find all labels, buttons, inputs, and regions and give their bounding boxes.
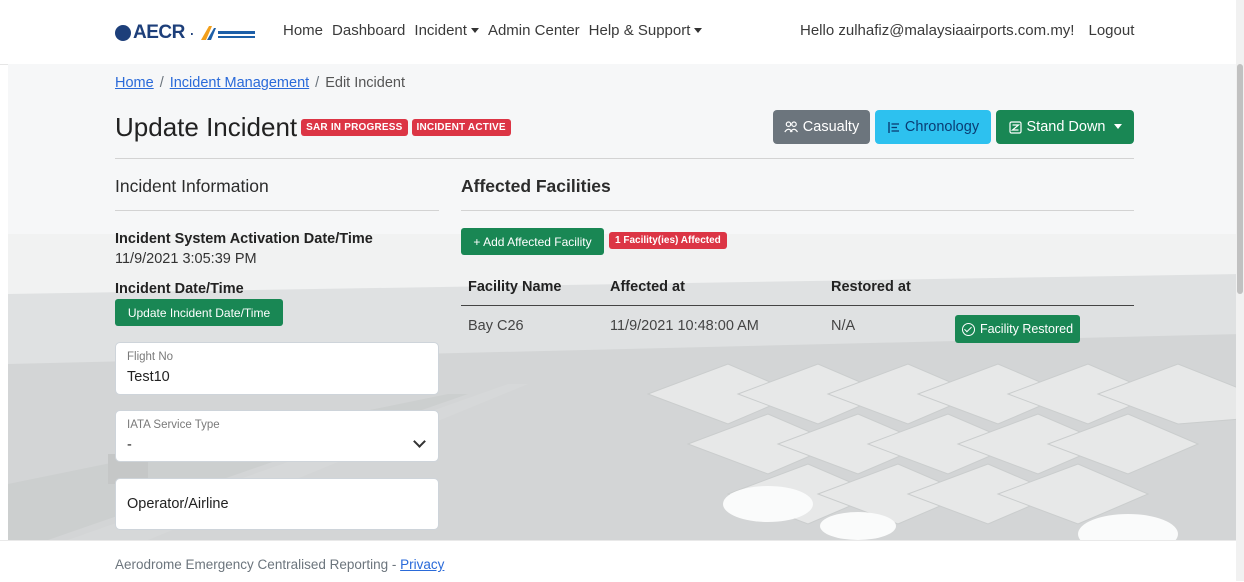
incident-information-heading: Incident Information <box>115 176 269 196</box>
column-header-restored-at[interactable]: Restored at <box>831 279 911 295</box>
chronology-label: Chronology <box>904 119 980 135</box>
chronology-button[interactable]: Chronology <box>875 110 991 144</box>
stand-down-label: Stand Down <box>1026 119 1106 135</box>
affected-facilities-heading: Affected Facilities <box>461 176 611 196</box>
incident-status-badge: INCIDENT ACTIVE <box>411 119 511 136</box>
logout-link[interactable]: Logout <box>1088 22 1134 39</box>
section-divider <box>461 210 1134 211</box>
update-incident-datetime-button[interactable]: Update Incident Date/Time <box>115 299 283 326</box>
casualty-button[interactable]: Casualty <box>773 110 870 144</box>
iata-service-type-value: - <box>127 437 132 453</box>
top-navbar: AECR · Home Dashboard Incident Admin Cen… <box>0 0 1244 65</box>
chronology-list-icon <box>888 121 899 133</box>
restored-at-cell: N/A <box>831 318 856 334</box>
breadcrumb-home[interactable]: Home <box>115 75 154 91</box>
facilities-affected-count-badge: 1 Facility(ies) Affected <box>609 232 727 249</box>
breadcrumb-separator: / <box>159 75 164 91</box>
nav-help-support-dropdown[interactable]: Help & Support <box>589 22 703 39</box>
affected-at-cell: 11/9/2021 10:48:00 AM <box>610 318 759 334</box>
brand-separator: · <box>188 22 195 43</box>
stand-down-icon <box>1008 120 1022 134</box>
breadcrumb-separator: / <box>315 75 320 91</box>
page-scrollbar[interactable] <box>1236 0 1244 581</box>
add-affected-facility-button[interactable]: + Add Affected Facility <box>461 228 604 255</box>
caret-down-icon <box>694 27 703 33</box>
iata-service-type-label: IATA Service Type <box>127 419 220 431</box>
user-area: Hello zulhafiz@malaysiaairports.com.my! … <box>800 22 1134 39</box>
brand-logo[interactable]: AECR · <box>115 20 257 46</box>
casualty-label: Casualty <box>802 119 860 135</box>
column-header-affected-at[interactable]: Affected at <box>610 279 685 295</box>
breadcrumb-current: Edit Incident <box>325 75 406 91</box>
flight-no-field[interactable]: Flight No Test10 <box>115 342 439 395</box>
table-header-divider <box>461 305 1134 306</box>
scrollbar-thumb[interactable] <box>1237 64 1243 294</box>
footer-description: Aerodrome Emergency Centralised Reportin… <box>115 557 401 572</box>
caret-down-icon <box>470 27 479 33</box>
brand-name: AECR <box>133 22 185 43</box>
sar-status-badge: SAR IN PROGRESS <box>301 119 408 136</box>
check-circle-icon <box>961 322 975 336</box>
chevron-down-icon <box>413 435 426 448</box>
flight-no-value: Test10 <box>127 369 170 385</box>
facility-name-cell: Bay C26 <box>468 318 524 334</box>
facility-restored-label: Facility Restored <box>979 322 1074 336</box>
facility-restored-button[interactable]: Facility Restored <box>955 315 1080 343</box>
nav-dashboard[interactable]: Dashboard <box>332 22 405 39</box>
people-icon <box>784 121 798 133</box>
malaysia-airports-logo <box>200 26 255 40</box>
activation-datetime-value: 11/9/2021 3:05:39 PM <box>115 251 257 267</box>
nav-home[interactable]: Home <box>283 22 323 39</box>
main-nav: Home Dashboard Incident Admin Center Hel… <box>283 22 711 39</box>
page-title-row: Update Incident SAR IN PROGRESS INCIDENT… <box>115 112 511 143</box>
aecr-logo-icon <box>115 25 131 41</box>
breadcrumb: Home / Incident Management / Edit Incident <box>115 75 405 91</box>
iata-service-type-select[interactable]: IATA Service Type - <box>115 410 439 462</box>
user-greeting[interactable]: Hello zulhafiz@malaysiaairports.com.my! <box>800 22 1074 39</box>
flight-no-label: Flight No <box>127 351 174 363</box>
stand-down-dropdown-button[interactable]: Stand Down <box>996 110 1134 144</box>
activation-datetime-label: Incident System Activation Date/Time <box>115 231 373 247</box>
page-footer: Aerodrome Emergency Centralised Reportin… <box>0 540 1236 582</box>
nav-admin-center[interactable]: Admin Center <box>488 22 580 39</box>
incident-datetime-label: Incident Date/Time <box>115 281 244 297</box>
privacy-link[interactable]: Privacy <box>400 557 444 572</box>
column-header-facility-name[interactable]: Facility Name <box>468 279 562 295</box>
operator-airline-placeholder: Operator/Airline <box>127 496 229 512</box>
page-title: Update Incident <box>115 112 298 142</box>
section-divider <box>115 210 439 211</box>
breadcrumb-incident-management[interactable]: Incident Management <box>170 75 309 91</box>
operator-airline-field[interactable]: Operator/Airline <box>115 478 439 530</box>
header-divider <box>115 158 1134 159</box>
caret-down-icon <box>1113 123 1122 129</box>
footer-text: Aerodrome Emergency Centralised Reportin… <box>115 557 444 572</box>
nav-incident-dropdown[interactable]: Incident <box>414 22 479 39</box>
